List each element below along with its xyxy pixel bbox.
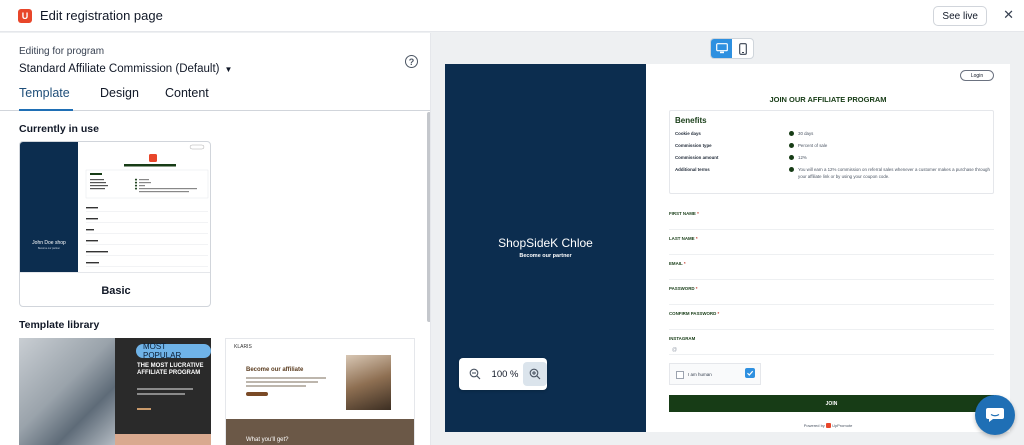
library-template-2-text-line	[246, 377, 326, 379]
zoom-control: 100 %	[459, 358, 547, 390]
preview-form-panel: Login JOIN OUR AFFILIATE PROGRAM Benefit…	[646, 64, 1010, 432]
tab-design[interactable]: Design	[100, 86, 139, 111]
library-template-2-button	[246, 392, 268, 396]
benefit-label: Additional terms	[675, 167, 710, 172]
confirm-password-label: CONFIRM PASSWORD *	[669, 311, 720, 316]
tab-content[interactable]: Content	[165, 86, 209, 111]
see-live-button[interactable]: See live	[933, 6, 987, 26]
desktop-view-button[interactable]	[711, 39, 732, 58]
basic-card-name: Basic	[20, 272, 210, 306]
preview-login-button[interactable]: Login	[960, 70, 994, 81]
email-input[interactable]	[669, 279, 994, 280]
password-input[interactable]	[669, 304, 994, 305]
help-icon[interactable]: ?	[405, 55, 418, 68]
library-template-2-text-line	[246, 381, 318, 383]
email-label: EMAIL *	[669, 261, 686, 266]
close-icon[interactable]: ✕	[1003, 8, 1014, 22]
benefit-value: 12%	[798, 155, 807, 160]
benefit-label: Commission type	[675, 143, 712, 148]
program-label: Editing for program	[19, 46, 105, 57]
basic-card-tagline: Become our partner	[37, 247, 61, 250]
basic-card-sidebar: John Doe shop Become our partner	[20, 142, 78, 272]
page-title: Edit registration page	[40, 8, 163, 23]
device-toggle	[710, 38, 754, 59]
join-button[interactable]: JOIN	[669, 395, 994, 412]
basic-template-card[interactable]: John Doe shop Become our partner Basic	[19, 141, 211, 307]
library-template-2-heading: Become our affiliate	[246, 367, 304, 373]
mobile-view-button[interactable]	[732, 39, 753, 58]
zoom-out-button[interactable]	[463, 362, 487, 386]
benefit-label: Commission amount	[675, 155, 719, 160]
top-bar: U Edit registration page See live ✕	[0, 0, 1024, 32]
first-name-input[interactable]	[669, 229, 994, 230]
library-template-1-text-line	[137, 388, 193, 390]
library-template-2-text-line	[246, 385, 306, 387]
captcha-logo-icon	[745, 368, 755, 378]
library-template-1-photo	[19, 338, 115, 445]
preview-join-title: JOIN OUR AFFILIATE PROGRAM	[769, 95, 887, 104]
app-logo-icon: U	[18, 8, 32, 23]
most-popular-badge: MOST POPULAR	[136, 342, 211, 360]
uppromote-logo-icon	[825, 423, 831, 429]
template-library-title: Template library	[19, 319, 100, 331]
editor-tabs: Template Design Content	[0, 86, 430, 111]
basic-card-form-preview	[85, 144, 209, 267]
basic-card-shop-name: John Doe shop	[32, 240, 66, 246]
preview-brand-panel: ShopSideK Chloe Become our partner 100 %	[445, 64, 646, 432]
benefit-label: Cookie days	[675, 131, 701, 136]
check-circle-icon	[789, 143, 794, 148]
chat-button[interactable]	[975, 395, 1015, 435]
last-name-input[interactable]	[669, 254, 994, 255]
library-template-2-photo	[346, 355, 391, 410]
confirm-password-input[interactable]	[669, 329, 994, 330]
registration-page-preview: ShopSideK Chloe Become our partner 100 %	[445, 64, 1010, 432]
editor-scrollbar[interactable]	[427, 112, 430, 322]
password-label: PASSWORD *	[669, 286, 698, 291]
editor-panel: Editing for program Standard Affiliate C…	[0, 33, 431, 445]
benefits-title: Benefits	[675, 116, 707, 125]
template-list: Currently in use John Doe shop Become ou…	[0, 112, 430, 445]
program-select-value: Standard Affiliate Commission (Default)	[19, 63, 220, 75]
preview-shop-name: ShopSideK Chloe	[498, 236, 593, 250]
preview-tagline: Become our partner	[519, 253, 572, 259]
instagram-label: INSTAGRAM	[669, 336, 696, 341]
mobile-icon	[738, 42, 747, 55]
library-template-1-button	[137, 408, 151, 410]
captcha-widget: I am human	[669, 363, 761, 385]
benefit-value: You will earn a 12% commission on referr…	[798, 167, 990, 179]
instagram-prefix: @	[672, 347, 678, 353]
captcha-label: I am human	[688, 372, 712, 377]
desktop-icon	[715, 43, 728, 54]
library-template-1-text-line	[137, 393, 185, 395]
check-circle-icon	[789, 167, 794, 172]
benefit-value: Percent of sale	[798, 143, 828, 148]
zoom-level: 100 %	[491, 368, 519, 380]
powered-by: Powered by UpPromote	[646, 423, 1010, 429]
zoom-in-icon	[529, 368, 541, 380]
instagram-input[interactable]	[669, 354, 994, 355]
library-template-1[interactable]: MOST POPULAR THE MOST LUCRATIVE AFFILIAT…	[19, 338, 211, 445]
tab-template[interactable]: Template	[19, 86, 73, 111]
benefit-value: 30 days	[798, 131, 814, 136]
caret-down-icon: ▼	[224, 64, 233, 74]
powered-by-brand: UpPromote	[832, 423, 853, 428]
library-template-2-brand: KLARIS	[234, 344, 252, 350]
powered-by-text: Powered by	[803, 423, 825, 428]
captcha-checkbox[interactable]	[676, 371, 684, 379]
library-template-2-footer-text: What you'll get?	[246, 437, 289, 443]
library-template-2[interactable]: KLARIS Become our affiliate What you'll …	[225, 338, 415, 445]
chat-icon	[986, 408, 1004, 422]
first-name-label: FIRST NAME *	[669, 211, 699, 216]
zoom-out-icon	[469, 368, 481, 380]
last-name-label: LAST NAME *	[669, 236, 698, 241]
program-select[interactable]: Standard Affiliate Commission (Default) …	[19, 63, 232, 75]
library-template-1-footer	[115, 434, 211, 445]
check-circle-icon	[789, 131, 794, 136]
check-circle-icon	[789, 155, 794, 160]
library-template-1-heading: THE MOST LUCRATIVE AFFILIATE PROGRAM	[137, 363, 204, 376]
currently-in-use-title: Currently in use	[19, 123, 99, 135]
benefits-box: Benefits Cookie days 30 days Commission …	[669, 110, 994, 194]
zoom-in-button[interactable]	[523, 362, 547, 386]
